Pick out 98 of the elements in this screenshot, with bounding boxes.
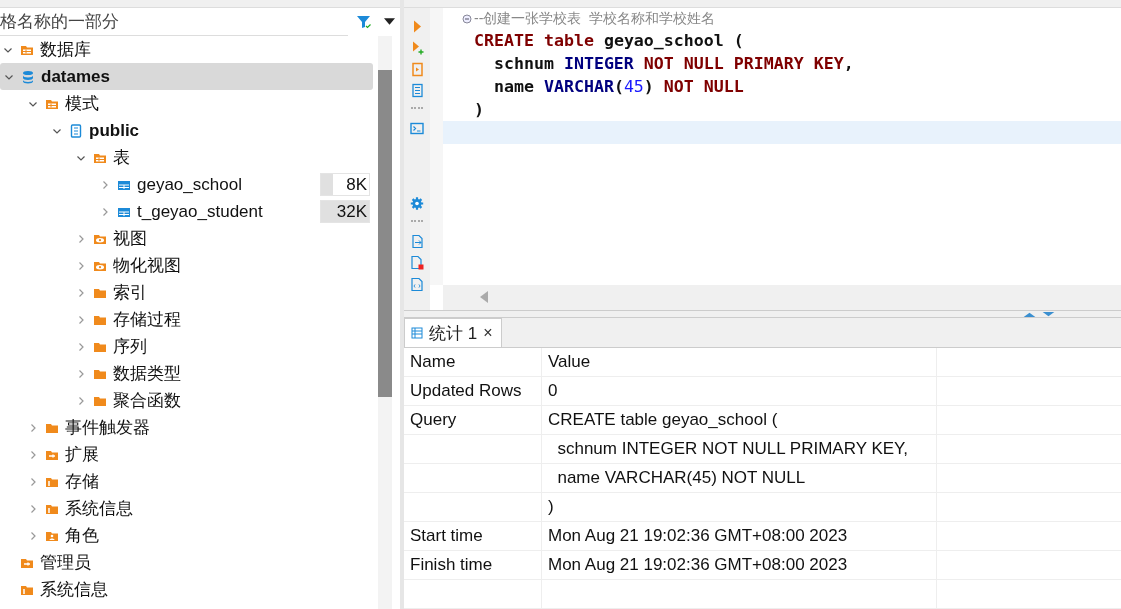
table-cell: ) (542, 493, 937, 521)
tree-item-label: 视图 (113, 228, 147, 250)
script-icon[interactable] (410, 83, 424, 98)
tree-item-label: 序列 (113, 336, 147, 358)
tree-item[interactable]: 角色 (0, 522, 373, 549)
scrollbar[interactable] (378, 36, 392, 609)
chevron-right-icon[interactable] (76, 260, 86, 271)
table-cell: Start time (404, 522, 542, 550)
table-cell: Updated Rows (404, 377, 542, 405)
tree-item[interactable]: 视图 (0, 225, 373, 252)
tree-item-label: 存储过程 (113, 309, 181, 331)
filter-icon[interactable] (356, 14, 372, 30)
code-line: schnum INTEGER NOT NULL PRIMARY KEY, (492, 52, 855, 75)
tree-item-label: 存储 (65, 471, 99, 493)
tree-item-label: 事件触发器 (65, 417, 150, 439)
export-icon[interactable] (410, 233, 424, 249)
table-cell: name VARCHAR(45) NOT NULL (542, 464, 937, 492)
tree-item[interactable]: 聚合函数 (0, 387, 373, 414)
tree-item-label: 数据库 (40, 39, 91, 61)
chevron-right-icon[interactable] (76, 341, 86, 352)
tree-item-label: 系统信息 (40, 579, 108, 601)
scroll-left-icon[interactable] (480, 291, 488, 304)
code-line: CREATE table geyao_school ( (473, 29, 745, 52)
file-icon[interactable] (410, 276, 424, 292)
grid-icon (411, 327, 423, 339)
chevron-right-icon[interactable] (28, 422, 38, 433)
table-cell: Query (404, 406, 542, 434)
settings-icon[interactable] (410, 196, 424, 211)
fold-icon[interactable] (462, 13, 472, 24)
tab-label: 统计 1 (429, 322, 478, 345)
tree-item[interactable]: 事件触发器 (0, 414, 373, 441)
tree-item[interactable]: 管理员 (0, 549, 373, 576)
tree-item[interactable]: 存储过程 (0, 306, 373, 333)
tree-item-label: 物化视图 (113, 255, 181, 277)
chevron-right-icon[interactable] (76, 233, 86, 244)
tree-item[interactable]: 系统信息 (0, 495, 373, 522)
table-cell: schnum INTEGER NOT NULL PRIMARY KEY, (542, 435, 937, 463)
size-text: 8K (346, 174, 368, 195)
chevron-right-icon[interactable] (28, 449, 38, 460)
scrollbar[interactable] (443, 284, 1121, 310)
tree-item[interactable]: 表 (0, 144, 373, 171)
tree-item-label: 角色 (65, 525, 99, 547)
tree-item[interactable]: t_geyao_student 32K (0, 198, 373, 225)
close-button[interactable]: × (483, 324, 493, 342)
tree-item-label: 扩展 (65, 444, 99, 466)
tree-item[interactable]: 索引 (0, 279, 373, 306)
table-cell: 0 (542, 377, 937, 405)
tree-item[interactable]: 物化视图 (0, 252, 373, 279)
chevron-right-icon[interactable] (100, 179, 110, 190)
table-cell: CREATE table geyao_school ( (542, 406, 937, 434)
dropdown-icon[interactable] (384, 18, 395, 26)
run-plus-icon[interactable] (410, 40, 424, 55)
table-cell: Mon Aug 21 19:02:36 GMT+08:00 2023 (542, 551, 937, 579)
code-comment: --创建一张学校表 学校名称和学校姓名 (474, 9, 716, 28)
table-cell: Finish time (404, 551, 542, 579)
column-header[interactable]: Value (542, 348, 937, 376)
tree-item[interactable]: 系统信息 (0, 576, 373, 603)
chevron-right-icon[interactable] (76, 395, 86, 406)
tree-item[interactable]: 数据类型 (0, 360, 373, 387)
chevron-right-icon[interactable] (76, 287, 86, 298)
tree-item-label: 聚合函数 (113, 390, 181, 412)
chevron-right-icon[interactable] (28, 503, 38, 514)
tree-item-label: 管理员 (40, 552, 91, 574)
size-text: 32K (336, 201, 368, 222)
file-error-icon[interactable] (410, 255, 424, 270)
chevron-right-icon[interactable] (76, 368, 86, 379)
tree-item[interactable]: public (0, 117, 373, 144)
code-line: ) (473, 98, 485, 121)
tree-item[interactable]: geyao_school 8K (0, 171, 373, 198)
maximize-icon[interactable] (1023, 312, 1036, 317)
tree-item-label: datames (41, 66, 110, 87)
table-cell: Mon Aug 21 19:02:36 GMT+08:00 2023 (542, 522, 937, 550)
tree-item-label: t_geyao_student (137, 201, 263, 222)
script-icon[interactable] (410, 61, 424, 77)
tree-item-label: 索引 (113, 282, 147, 304)
chevron-right-icon[interactable] (28, 530, 38, 541)
code-line: name VARCHAR(45) NOT NULL (492, 75, 745, 98)
tree-item-label: geyao_school (137, 174, 242, 195)
minimize-icon[interactable] (1042, 312, 1055, 317)
tree-item-label: 模式 (65, 93, 99, 115)
tree-item[interactable]: 序列 (0, 333, 373, 360)
column-header[interactable]: Name (404, 348, 542, 376)
tree-item[interactable]: 数据库 (0, 36, 373, 63)
database-icon (21, 69, 35, 84)
chevron-right-icon[interactable] (76, 314, 86, 325)
tree-item[interactable]: 存储 (0, 468, 373, 495)
document-icon (69, 123, 83, 138)
tree-item[interactable]: 扩展 (0, 441, 373, 468)
chevron-right-icon[interactable] (100, 206, 110, 217)
tree-item[interactable]: datames (0, 63, 373, 90)
tree-item-label: 表 (113, 147, 130, 169)
chevron-right-icon[interactable] (28, 476, 38, 487)
tree-item-label: 数据类型 (113, 363, 181, 385)
tree-item[interactable]: 模式 (0, 90, 373, 117)
tree-item-label: 系统信息 (65, 498, 133, 520)
terminal-icon[interactable] (410, 120, 424, 136)
result-tab[interactable]: 统计 1 × (404, 318, 502, 347)
tree-item-label: public (89, 120, 140, 141)
